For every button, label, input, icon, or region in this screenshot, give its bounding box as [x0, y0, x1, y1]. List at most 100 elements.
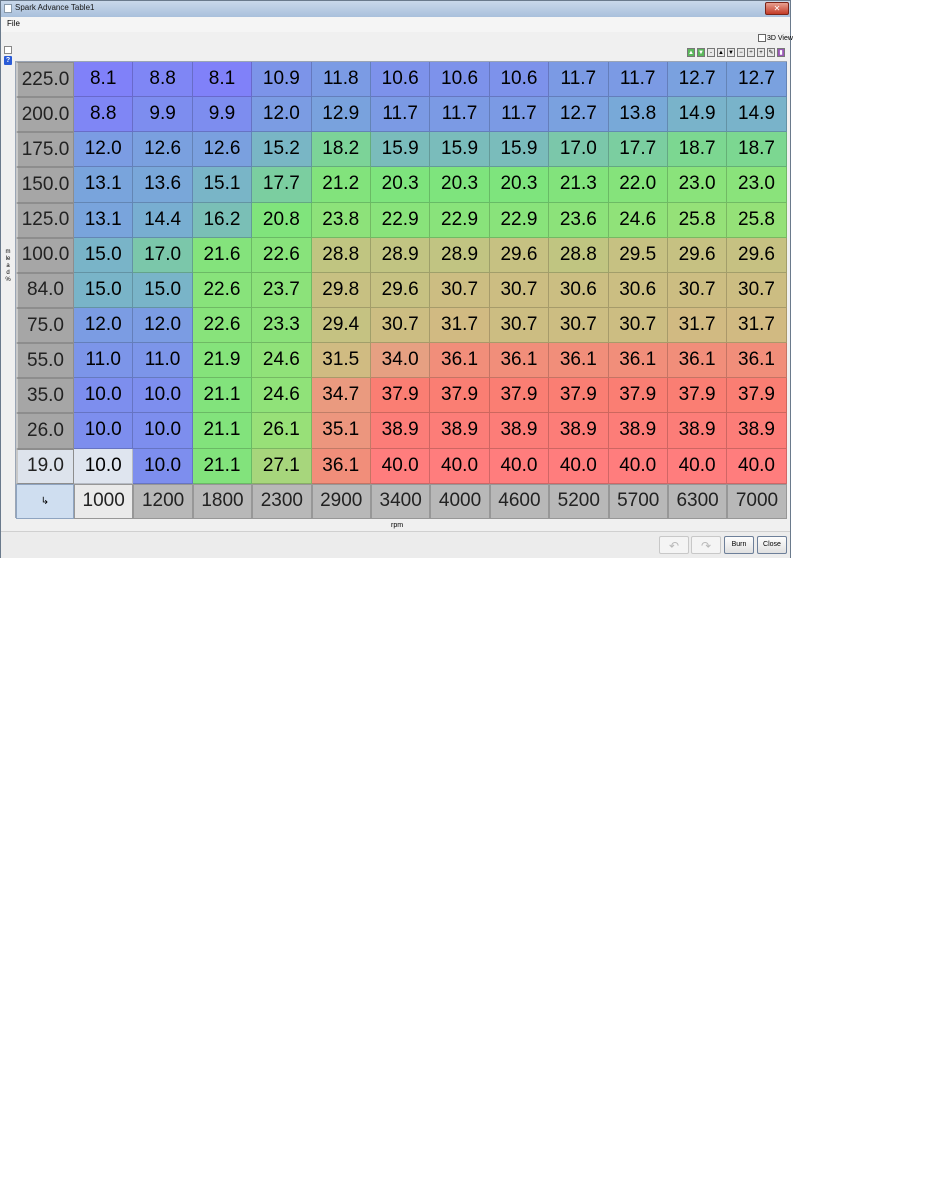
table-cell[interactable]: 12.7 [549, 97, 609, 133]
table-cell[interactable]: 10.0 [74, 378, 134, 414]
table-cell[interactable]: 21.3 [549, 167, 609, 203]
table-cell[interactable]: 38.9 [430, 413, 490, 449]
row-label[interactable]: 125.0 [16, 202, 74, 238]
table-cell[interactable]: 15.0 [74, 272, 134, 308]
table-cell[interactable]: 24.6 [252, 343, 312, 379]
table-cell[interactable]: 9.9 [192, 97, 253, 133]
table-cell[interactable]: 12.6 [133, 132, 193, 168]
table-cell[interactable]: 22.6 [252, 237, 312, 273]
table-cell[interactable]: 12.0 [252, 97, 312, 133]
table-cell[interactable]: 36.1 [311, 448, 371, 484]
table-cell[interactable]: 15.9 [430, 132, 490, 168]
table-cell[interactable]: 12.0 [74, 307, 134, 344]
table-cell[interactable]: 31.7 [667, 307, 728, 344]
table-cell[interactable]: 11.8 [311, 62, 371, 98]
table-cell[interactable]: 29.6 [489, 237, 550, 273]
table-cell[interactable]: 25.8 [667, 202, 728, 238]
table-cell[interactable]: 31.7 [430, 307, 490, 344]
view-3d-checkbox[interactable] [758, 34, 766, 42]
table-cell[interactable]: 34.7 [311, 378, 371, 414]
table-cell[interactable]: 40.0 [727, 448, 787, 484]
row-label[interactable]: 19.0 [16, 448, 74, 484]
table-cell[interactable]: 30.7 [549, 307, 609, 344]
table-cell[interactable]: 9.9 [133, 97, 193, 133]
table-cell[interactable]: 37.9 [727, 378, 787, 414]
table-cell[interactable]: 38.9 [370, 413, 431, 449]
table-cell[interactable]: 14.4 [133, 202, 193, 238]
table-cell[interactable]: 28.8 [311, 237, 371, 273]
row-label[interactable]: 175.0 [16, 132, 74, 168]
row-label[interactable]: 75.0 [16, 307, 74, 344]
table-cell[interactable]: 20.3 [430, 167, 490, 203]
table-cell[interactable]: 11.7 [430, 97, 490, 133]
minus-icon-2[interactable]: − [737, 48, 745, 57]
table-cell[interactable]: 12.9 [311, 97, 371, 133]
down-icon[interactable]: ▼ [727, 48, 735, 57]
table-cell[interactable]: 29.6 [667, 237, 728, 273]
column-label[interactable]: 3400 [370, 483, 431, 519]
table-cell[interactable]: 29.6 [370, 272, 431, 308]
column-label[interactable]: 5700 [608, 483, 668, 519]
undo-button[interactable]: ↶ [659, 536, 689, 554]
table-cell[interactable]: 40.0 [370, 448, 431, 484]
column-label[interactable]: 6300 [667, 483, 728, 519]
table-cell[interactable]: 12.7 [727, 62, 787, 98]
table-cell[interactable]: 15.2 [252, 132, 312, 168]
table-cell[interactable]: 24.6 [252, 378, 312, 414]
table-cell[interactable]: 36.1 [489, 343, 550, 379]
redo-button[interactable]: ↷ [691, 536, 721, 554]
view-3d-toggle[interactable]: 3D View [758, 34, 793, 42]
help-icon[interactable]: ? [4, 56, 12, 65]
table-cell[interactable]: 37.9 [370, 378, 431, 414]
table-cell[interactable]: 11.7 [608, 62, 668, 98]
table-cell[interactable]: 17.0 [133, 237, 193, 273]
table-cell[interactable]: 13.8 [608, 97, 668, 133]
table-cell[interactable]: 30.6 [608, 272, 668, 308]
table-cell[interactable]: 14.9 [727, 97, 787, 133]
close-button[interactable]: Close [757, 536, 787, 554]
column-label[interactable]: 4600 [489, 483, 550, 519]
table-cell[interactable]: 11.0 [74, 343, 134, 379]
table-cell[interactable]: 18.7 [667, 132, 728, 168]
table-cell[interactable]: 8.8 [74, 97, 134, 133]
table-cell[interactable]: 12.0 [74, 132, 134, 168]
table-cell[interactable]: 40.0 [489, 448, 550, 484]
table-cell[interactable]: 28.9 [430, 237, 490, 273]
table-cell[interactable]: 11.0 [133, 343, 193, 379]
row-label[interactable]: 55.0 [16, 343, 74, 379]
table-cell[interactable]: 35.1 [311, 413, 371, 449]
up-icon[interactable]: ▲ [717, 48, 725, 57]
row-label[interactable]: 100.0 [16, 237, 74, 273]
table-cell[interactable]: 38.9 [549, 413, 609, 449]
minus-icon[interactable]: - [707, 48, 715, 57]
table-cell[interactable]: 37.9 [549, 378, 609, 414]
table-cell[interactable]: 28.9 [370, 237, 431, 273]
table-cell[interactable]: 20.3 [370, 167, 431, 203]
table-cell[interactable]: 15.9 [489, 132, 550, 168]
table-cell[interactable]: 22.6 [192, 272, 253, 308]
down-green-icon[interactable]: ▼ [697, 48, 705, 57]
table-cell[interactable]: 36.1 [608, 343, 668, 379]
column-label[interactable]: 4000 [430, 483, 490, 519]
up-green-icon[interactable]: ▲ [687, 48, 695, 57]
table-cell[interactable]: 23.7 [252, 272, 312, 308]
table-cell[interactable]: 37.9 [430, 378, 490, 414]
table-cell[interactable]: 14.9 [667, 97, 728, 133]
table-cell[interactable]: 24.6 [608, 202, 668, 238]
table-cell[interactable]: 10.0 [133, 378, 193, 414]
table-cell[interactable]: 37.9 [489, 378, 550, 414]
table-cell[interactable]: 30.6 [549, 272, 609, 308]
table-cell[interactable]: 10.6 [370, 62, 431, 98]
table-cell[interactable]: 12.0 [133, 307, 193, 344]
table-cell[interactable]: 36.1 [430, 343, 490, 379]
row-label[interactable]: 150.0 [16, 167, 74, 203]
table-cell[interactable]: 23.8 [311, 202, 371, 238]
table-cell[interactable]: 10.6 [430, 62, 490, 98]
column-label[interactable]: 1200 [133, 483, 193, 519]
column-label[interactable]: 1800 [192, 483, 253, 519]
table-cell[interactable]: 22.9 [370, 202, 431, 238]
collapse-icon[interactable] [4, 46, 12, 54]
table-cell[interactable]: 36.1 [549, 343, 609, 379]
table-cell[interactable]: 10.6 [489, 62, 550, 98]
column-label[interactable]: 5200 [549, 483, 609, 519]
